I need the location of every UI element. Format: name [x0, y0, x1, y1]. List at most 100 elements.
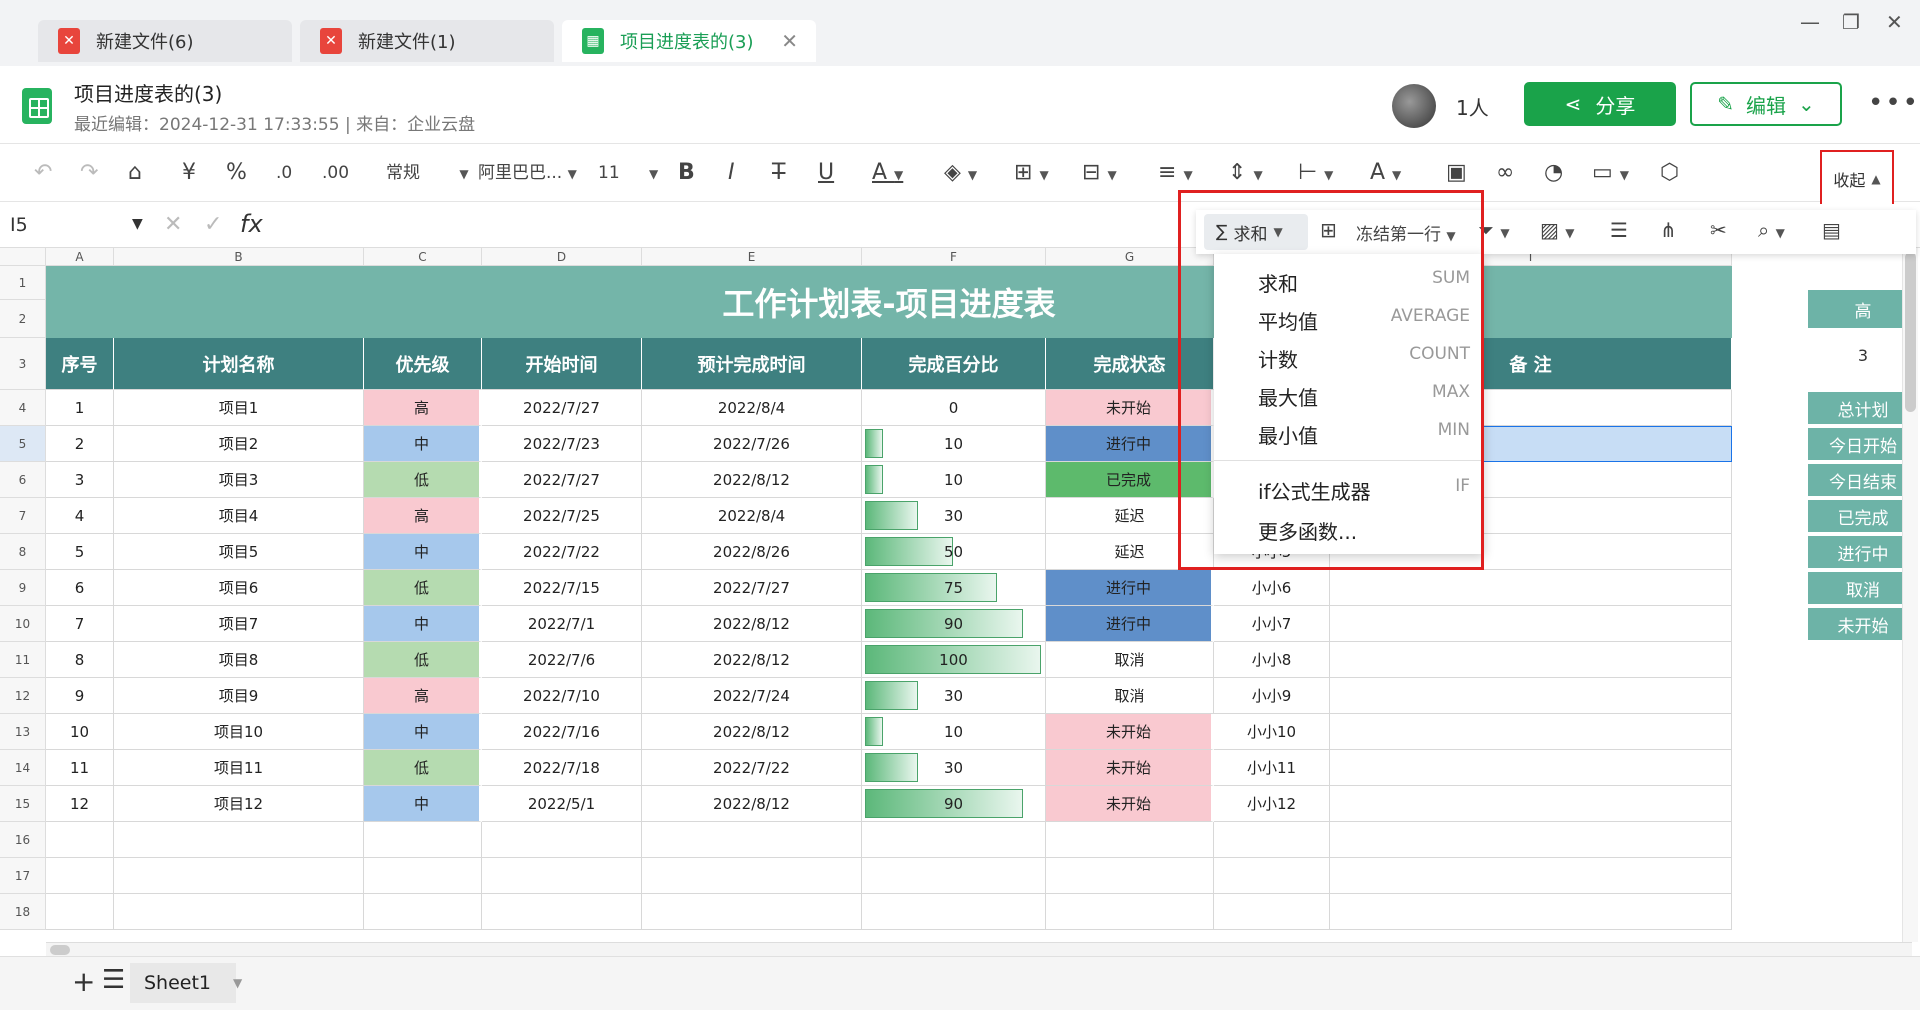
table-cell[interactable]: 0: [862, 390, 1046, 426]
empty-cell[interactable]: [364, 822, 482, 858]
empty-cell[interactable]: [862, 894, 1046, 930]
empty-cell[interactable]: [862, 858, 1046, 894]
add-sheet-icon[interactable]: +: [72, 965, 95, 998]
select-all-corner[interactable]: [0, 248, 46, 266]
empty-cell[interactable]: [642, 858, 862, 894]
table-cell[interactable]: 小小8: [1214, 642, 1330, 678]
table-cell[interactable]: 项目2: [114, 426, 364, 462]
table-cell[interactable]: 小小11: [1214, 750, 1330, 786]
name-box[interactable]: I5: [10, 214, 28, 236]
conditional-format-icon[interactable]: ▨ ▼: [1540, 218, 1575, 242]
row-header[interactable]: 1: [0, 266, 46, 300]
table-cell[interactable]: 2022/7/23: [482, 426, 642, 462]
table-cell[interactable]: 项目12: [114, 786, 364, 822]
remark-cell[interactable]: [1330, 750, 1732, 786]
freeze-icon[interactable]: ⊞: [1320, 218, 1337, 242]
tab-file-1[interactable]: ✕ 新建文件(6): [38, 20, 292, 62]
number-format-select[interactable]: 常规 ▼: [386, 158, 469, 189]
row-header[interactable]: 13: [0, 714, 46, 750]
share-button[interactable]: ⋖ 分享: [1524, 82, 1676, 126]
table-cell[interactable]: 7: [46, 606, 114, 642]
horizontal-scrollbar[interactable]: [46, 942, 1912, 956]
increase-decimal-icon[interactable]: .0: [276, 158, 292, 188]
text-rotate-icon[interactable]: A ▼: [1370, 158, 1401, 190]
vertical-scrollbar[interactable]: [1902, 248, 1918, 942]
table-cell[interactable]: 延迟: [1046, 534, 1214, 570]
empty-cell[interactable]: [46, 858, 114, 894]
scissors-icon[interactable]: ✂: [1710, 218, 1727, 242]
table-cell[interactable]: 30: [862, 498, 1046, 534]
table-cell[interactable]: 4: [46, 498, 114, 534]
underline-icon[interactable]: U: [818, 158, 834, 188]
table-cell[interactable]: 小小10: [1214, 714, 1330, 750]
table-cell[interactable]: 小小9: [1214, 678, 1330, 714]
table-cell[interactable]: 30: [862, 750, 1046, 786]
scroll-thumb[interactable]: [50, 945, 70, 955]
remark-cell[interactable]: [1330, 786, 1732, 822]
chart-icon[interactable]: ◔: [1544, 158, 1563, 188]
table-cell[interactable]: 低: [364, 642, 482, 678]
table-cell[interactable]: 2: [46, 426, 114, 462]
currency-icon[interactable]: ¥: [182, 158, 196, 188]
menu-item-max[interactable]: 最大值 MAX: [1258, 382, 1470, 411]
empty-cell[interactable]: [1046, 822, 1214, 858]
close-window-icon[interactable]: ✕: [1886, 10, 1903, 34]
tab-file-2[interactable]: ✕ 新建文件(1): [300, 20, 554, 62]
column-title[interactable]: 完成百分比: [862, 338, 1046, 390]
empty-cell[interactable]: [642, 894, 862, 930]
sheet-tab[interactable]: Sheet1 ▼: [130, 963, 242, 1003]
remark-cell[interactable]: [1330, 642, 1732, 678]
cube-icon[interactable]: ⬡: [1660, 158, 1679, 188]
table-cell[interactable]: 2022/8/4: [642, 498, 862, 534]
wrap-icon[interactable]: ⊢ ▼: [1298, 158, 1333, 190]
avatar[interactable]: [1392, 84, 1436, 128]
row-header[interactable]: 14: [0, 750, 46, 786]
table-cell[interactable]: 2022/7/18: [482, 750, 642, 786]
empty-cell[interactable]: [114, 858, 364, 894]
column-header[interactable]: A: [46, 248, 114, 266]
menu-item-if[interactable]: if公式生成器 IF: [1258, 476, 1470, 505]
table-cell[interactable]: 项目6: [114, 570, 364, 606]
table-cell[interactable]: 高: [364, 678, 482, 714]
table-cell[interactable]: 进行中: [1046, 606, 1214, 642]
table-cell[interactable]: 2022/8/12: [642, 606, 862, 642]
table-cell[interactable]: 2022/7/22: [642, 750, 862, 786]
table-cell[interactable]: 中: [364, 534, 482, 570]
filter-icon[interactable]: ⏷ ▼: [1478, 218, 1510, 242]
empty-cell[interactable]: [1330, 822, 1732, 858]
table-cell[interactable]: 2022/7/22: [482, 534, 642, 570]
table-cell[interactable]: 项目7: [114, 606, 364, 642]
empty-cell[interactable]: [1046, 858, 1214, 894]
table-cell[interactable]: 进行中: [1046, 426, 1214, 462]
table-cell[interactable]: 项目4: [114, 498, 364, 534]
menu-item-sum[interactable]: 求和 SUM: [1258, 268, 1470, 297]
table-cell[interactable]: 2022/8/12: [642, 642, 862, 678]
table-cell[interactable]: 取消: [1046, 642, 1214, 678]
table-cell[interactable]: 2022/8/26: [642, 534, 862, 570]
table-cell[interactable]: 延迟: [1046, 498, 1214, 534]
confirm-icon[interactable]: ✓: [204, 212, 222, 237]
restore-icon[interactable]: ❐: [1842, 10, 1860, 34]
table-cell[interactable]: 90: [862, 786, 1046, 822]
column-title[interactable]: 计划名称: [114, 338, 364, 390]
table-cell[interactable]: 未开始: [1046, 786, 1214, 822]
comment-icon[interactable]: ▭ ▼: [1592, 158, 1629, 190]
table-cell[interactable]: 75: [862, 570, 1046, 606]
empty-cell[interactable]: [114, 894, 364, 930]
side-filter-button[interactable]: 已完成: [1808, 500, 1912, 532]
table-cell[interactable]: 项目9: [114, 678, 364, 714]
row-header[interactable]: 15: [0, 786, 46, 822]
table-cell[interactable]: 10: [862, 426, 1046, 462]
column-header[interactable]: F: [862, 248, 1046, 266]
column-title[interactable]: 开始时间: [482, 338, 642, 390]
table-cell[interactable]: 10: [862, 462, 1046, 498]
table-cell[interactable]: 10: [46, 714, 114, 750]
table-cell[interactable]: 项目10: [114, 714, 364, 750]
table-cell[interactable]: 未开始: [1046, 750, 1214, 786]
table-cell[interactable]: 2022/7/27: [482, 462, 642, 498]
row-header[interactable]: 2: [0, 300, 46, 338]
empty-cell[interactable]: [1214, 822, 1330, 858]
table-cell[interactable]: 2022/7/27: [642, 570, 862, 606]
table-cell[interactable]: 中: [364, 786, 482, 822]
row-header[interactable]: 12: [0, 678, 46, 714]
